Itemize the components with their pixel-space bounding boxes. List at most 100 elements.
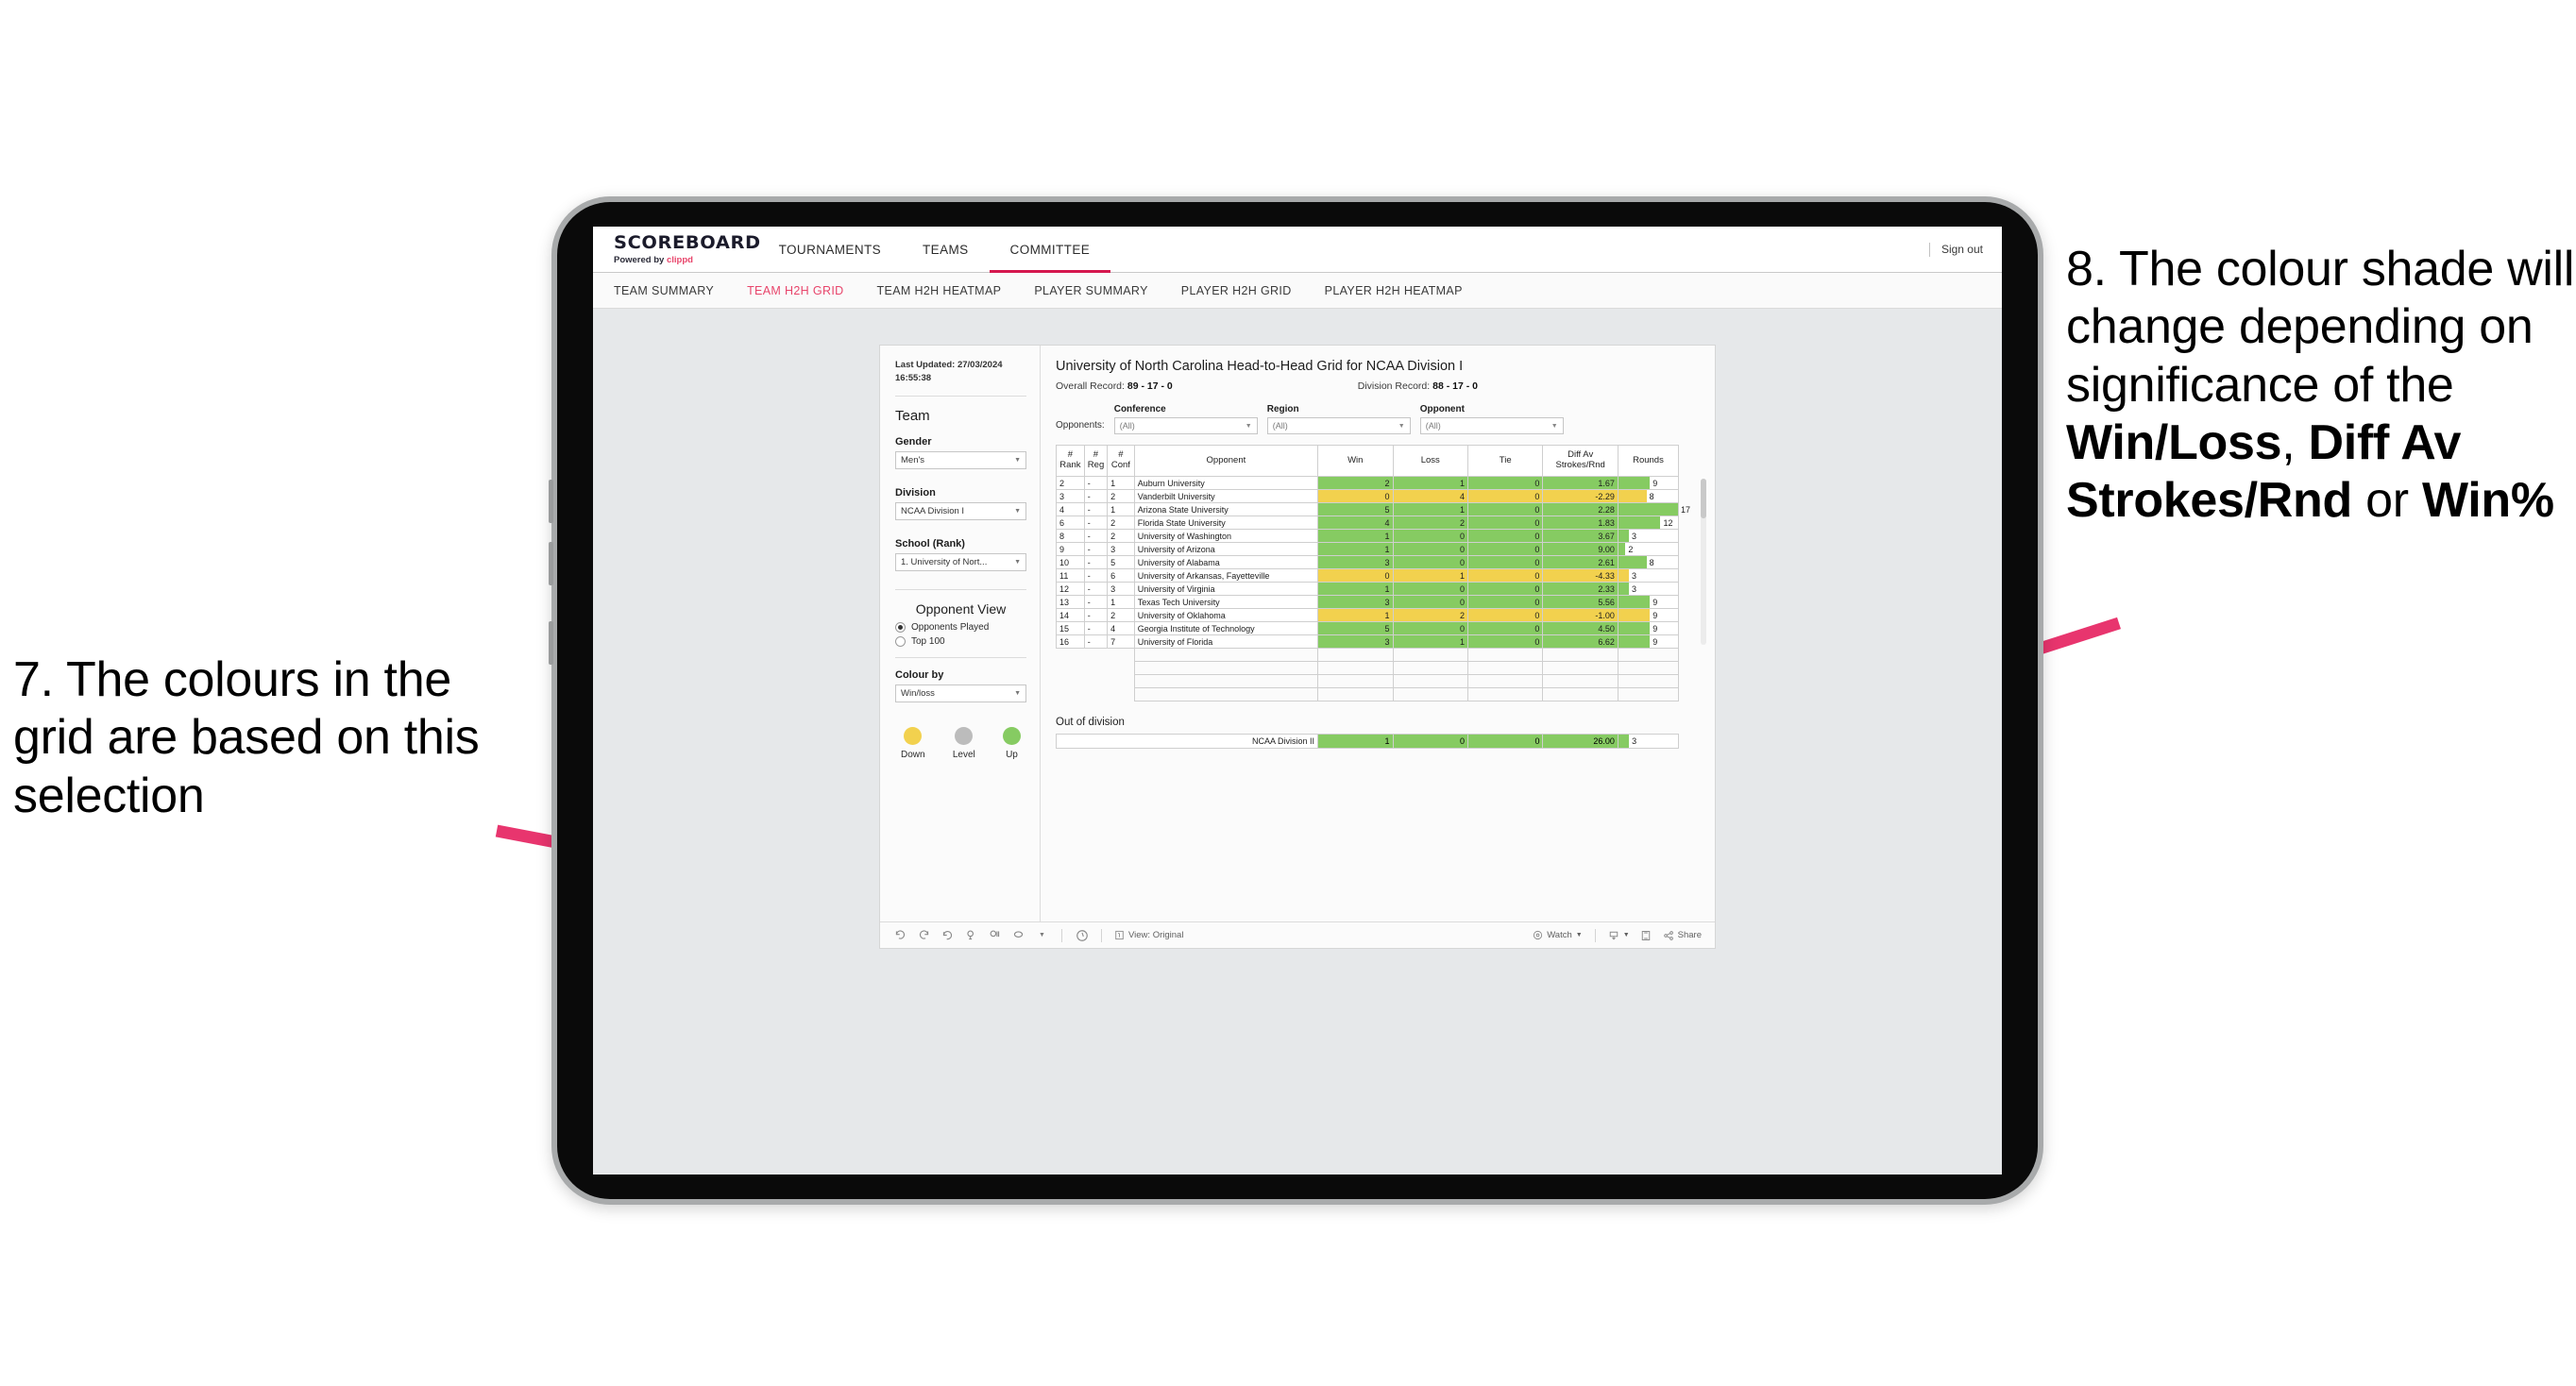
cell-loss[interactable]: 0 — [1392, 529, 1468, 543]
cell-tie[interactable]: 0 — [1466, 529, 1544, 543]
undo-icon[interactable] — [893, 928, 907, 942]
cell-loss[interactable]: 0 — [1392, 595, 1468, 609]
cell-rounds[interactable]: 3 — [1617, 568, 1680, 583]
pause-icon[interactable] — [988, 928, 1002, 942]
cell-rounds[interactable]: 12 — [1617, 516, 1680, 530]
cell-tie[interactable]: 0 — [1466, 476, 1544, 490]
table-row[interactable]: 16-7 University of Florida 3 1 0 6.62 9 — [1056, 634, 1680, 649]
th-rank[interactable]: # Rank — [1056, 445, 1085, 477]
cell-ood-rounds[interactable]: 3 — [1617, 734, 1680, 749]
cell-ood-win[interactable]: 1 — [1317, 734, 1394, 749]
cell-diff[interactable]: -4.33 — [1542, 568, 1618, 583]
th-diff[interactable]: Diff Av Strokes/Rnd — [1542, 445, 1618, 477]
subnav-team-h2h-grid[interactable]: TEAM H2H GRID — [747, 284, 861, 297]
th-reg[interactable]: # Reg — [1083, 445, 1109, 477]
cell-diff[interactable]: 5.56 — [1542, 595, 1618, 609]
cell-loss[interactable]: 0 — [1392, 582, 1468, 596]
power-button[interactable] — [549, 621, 553, 665]
cell-tie[interactable]: 0 — [1466, 516, 1544, 530]
view-original-button[interactable]: View: Original — [1114, 930, 1183, 940]
table-row[interactable]: 15-4 Georgia Institute of Technology 5 0 0 4.… — [1056, 621, 1680, 635]
subnav-team-summary[interactable]: TEAM SUMMARY — [614, 284, 732, 297]
th-opponent[interactable]: Opponent — [1133, 445, 1319, 477]
cell-diff[interactable]: 1.67 — [1542, 476, 1618, 490]
filter-conference-select[interactable]: (All) ▼ — [1113, 417, 1258, 434]
refresh-icon[interactable] — [964, 928, 978, 942]
cell-loss[interactable]: 1 — [1392, 634, 1468, 649]
filter-region-select[interactable]: (All) ▼ — [1266, 417, 1411, 434]
table-row[interactable]: 10-5 University of Alabama 3 0 0 2.61 8 — [1056, 555, 1680, 569]
cell-rounds[interactable]: 9 — [1617, 634, 1680, 649]
cell-ood-diff[interactable]: 26.00 — [1542, 734, 1618, 749]
cell-win[interactable]: 4 — [1317, 516, 1394, 530]
cell-win[interactable]: 3 — [1317, 555, 1394, 569]
table-scrollbar[interactable] — [1701, 479, 1706, 645]
help-icon[interactable] — [1075, 928, 1089, 942]
cell-loss[interactable]: 0 — [1392, 555, 1468, 569]
cell-win[interactable]: 3 — [1317, 595, 1394, 609]
cell-loss[interactable]: 4 — [1392, 489, 1468, 503]
cell-win[interactable]: 2 — [1317, 476, 1394, 490]
cell-rounds[interactable]: 17 — [1617, 502, 1690, 516]
chevron-down-icon[interactable]: ▼ — [1035, 928, 1049, 942]
brand-logo[interactable]: SCOREBOARD Powered by clippd — [593, 227, 760, 272]
cell-loss[interactable]: 2 — [1392, 516, 1468, 530]
cell-diff[interactable]: 6.62 — [1542, 634, 1618, 649]
cell-ood-tie[interactable]: 0 — [1466, 734, 1544, 749]
cell-diff[interactable]: 1.83 — [1542, 516, 1618, 530]
subnav-player-h2h-heatmap[interactable]: PLAYER H2H HEATMAP — [1325, 284, 1481, 297]
subnav-team-h2h-heatmap[interactable]: TEAM H2H HEATMAP — [877, 284, 1020, 297]
cell-loss[interactable]: 1 — [1392, 568, 1468, 583]
table-row[interactable]: 2-1 Auburn University 2 1 0 1.67 9 — [1056, 476, 1680, 490]
volume-button-down[interactable] — [549, 542, 553, 585]
cell-rounds[interactable]: 2 — [1617, 542, 1680, 556]
fullscreen-icon[interactable] — [1639, 928, 1653, 942]
subnav-player-summary[interactable]: PLAYER SUMMARY — [1034, 284, 1165, 297]
th-conf[interactable]: # Conf — [1107, 445, 1135, 477]
volume-button-up[interactable] — [549, 480, 553, 523]
table-row[interactable]: 11-6 University of Arkansas, Fayetteville… — [1056, 568, 1680, 583]
cell-rounds[interactable]: 9 — [1617, 476, 1680, 490]
redo-icon[interactable] — [917, 928, 931, 942]
cell-tie[interactable]: 0 — [1466, 595, 1544, 609]
cell-tie[interactable]: 0 — [1466, 502, 1544, 516]
filter-opponent-select[interactable]: (All) ▼ — [1419, 417, 1564, 434]
revert-icon[interactable] — [941, 928, 955, 942]
cell-loss[interactable]: 0 — [1392, 542, 1468, 556]
cell-rounds[interactable]: 9 — [1617, 621, 1680, 635]
table-row[interactable]: 13-1 Texas Tech University 3 0 0 5.56 9 — [1056, 595, 1680, 609]
cell-tie[interactable]: 0 — [1466, 542, 1544, 556]
cell-tie[interactable]: 0 — [1466, 621, 1544, 635]
table-row[interactable]: 4-1 Arizona State University 5 1 0 2.28 17 — [1056, 502, 1690, 516]
th-loss[interactable]: Loss — [1392, 445, 1468, 477]
th-win[interactable]: Win — [1317, 445, 1394, 477]
cell-diff[interactable]: 2.61 — [1542, 555, 1618, 569]
cell-tie[interactable]: 0 — [1466, 555, 1544, 569]
school-rank-select[interactable]: 1. University of Nort... ▼ — [895, 552, 1026, 571]
cell-tie[interactable]: 0 — [1466, 582, 1544, 596]
division-select[interactable]: NCAA Division I ▼ — [895, 501, 1026, 520]
cell-win[interactable]: 1 — [1317, 582, 1394, 596]
cell-tie[interactable]: 0 — [1466, 568, 1544, 583]
table-row[interactable]: 14-2 University of Oklahoma 1 2 0 -1.00 9 — [1056, 608, 1680, 622]
cell-rounds[interactable]: 3 — [1617, 582, 1680, 596]
nav-committee[interactable]: COMMITTEE — [989, 227, 1111, 273]
cell-loss[interactable]: 1 — [1392, 476, 1468, 490]
cell-tie[interactable]: 0 — [1466, 634, 1544, 649]
cell-diff[interactable]: -2.29 — [1542, 489, 1618, 503]
cell-win[interactable]: 0 — [1317, 568, 1394, 583]
cell-win[interactable]: 1 — [1317, 608, 1394, 622]
cell-ood-loss[interactable]: 0 — [1392, 734, 1469, 749]
cell-rounds[interactable]: 3 — [1617, 529, 1680, 543]
table-row[interactable]: 6-2 Florida State University 4 2 0 1.83 12 — [1056, 516, 1680, 530]
cell-tie[interactable]: 0 — [1466, 489, 1544, 503]
table-row[interactable]: 12-3 University of Virginia 1 0 0 2.33 3 — [1056, 582, 1680, 596]
table-row[interactable]: 8-2 University of Washington 1 0 0 3.67 3 — [1056, 529, 1680, 543]
cell-win[interactable]: 5 — [1317, 502, 1394, 516]
cell-loss[interactable]: 0 — [1392, 621, 1468, 635]
cell-rounds[interactable]: 9 — [1617, 595, 1680, 609]
watch-button[interactable]: Watch ▼ — [1533, 930, 1583, 940]
sign-out-link[interactable]: Sign out — [1941, 243, 1983, 256]
cell-win[interactable]: 1 — [1317, 542, 1394, 556]
table-row[interactable]: 9-3 University of Arizona 1 0 0 9.00 2 — [1056, 542, 1680, 556]
